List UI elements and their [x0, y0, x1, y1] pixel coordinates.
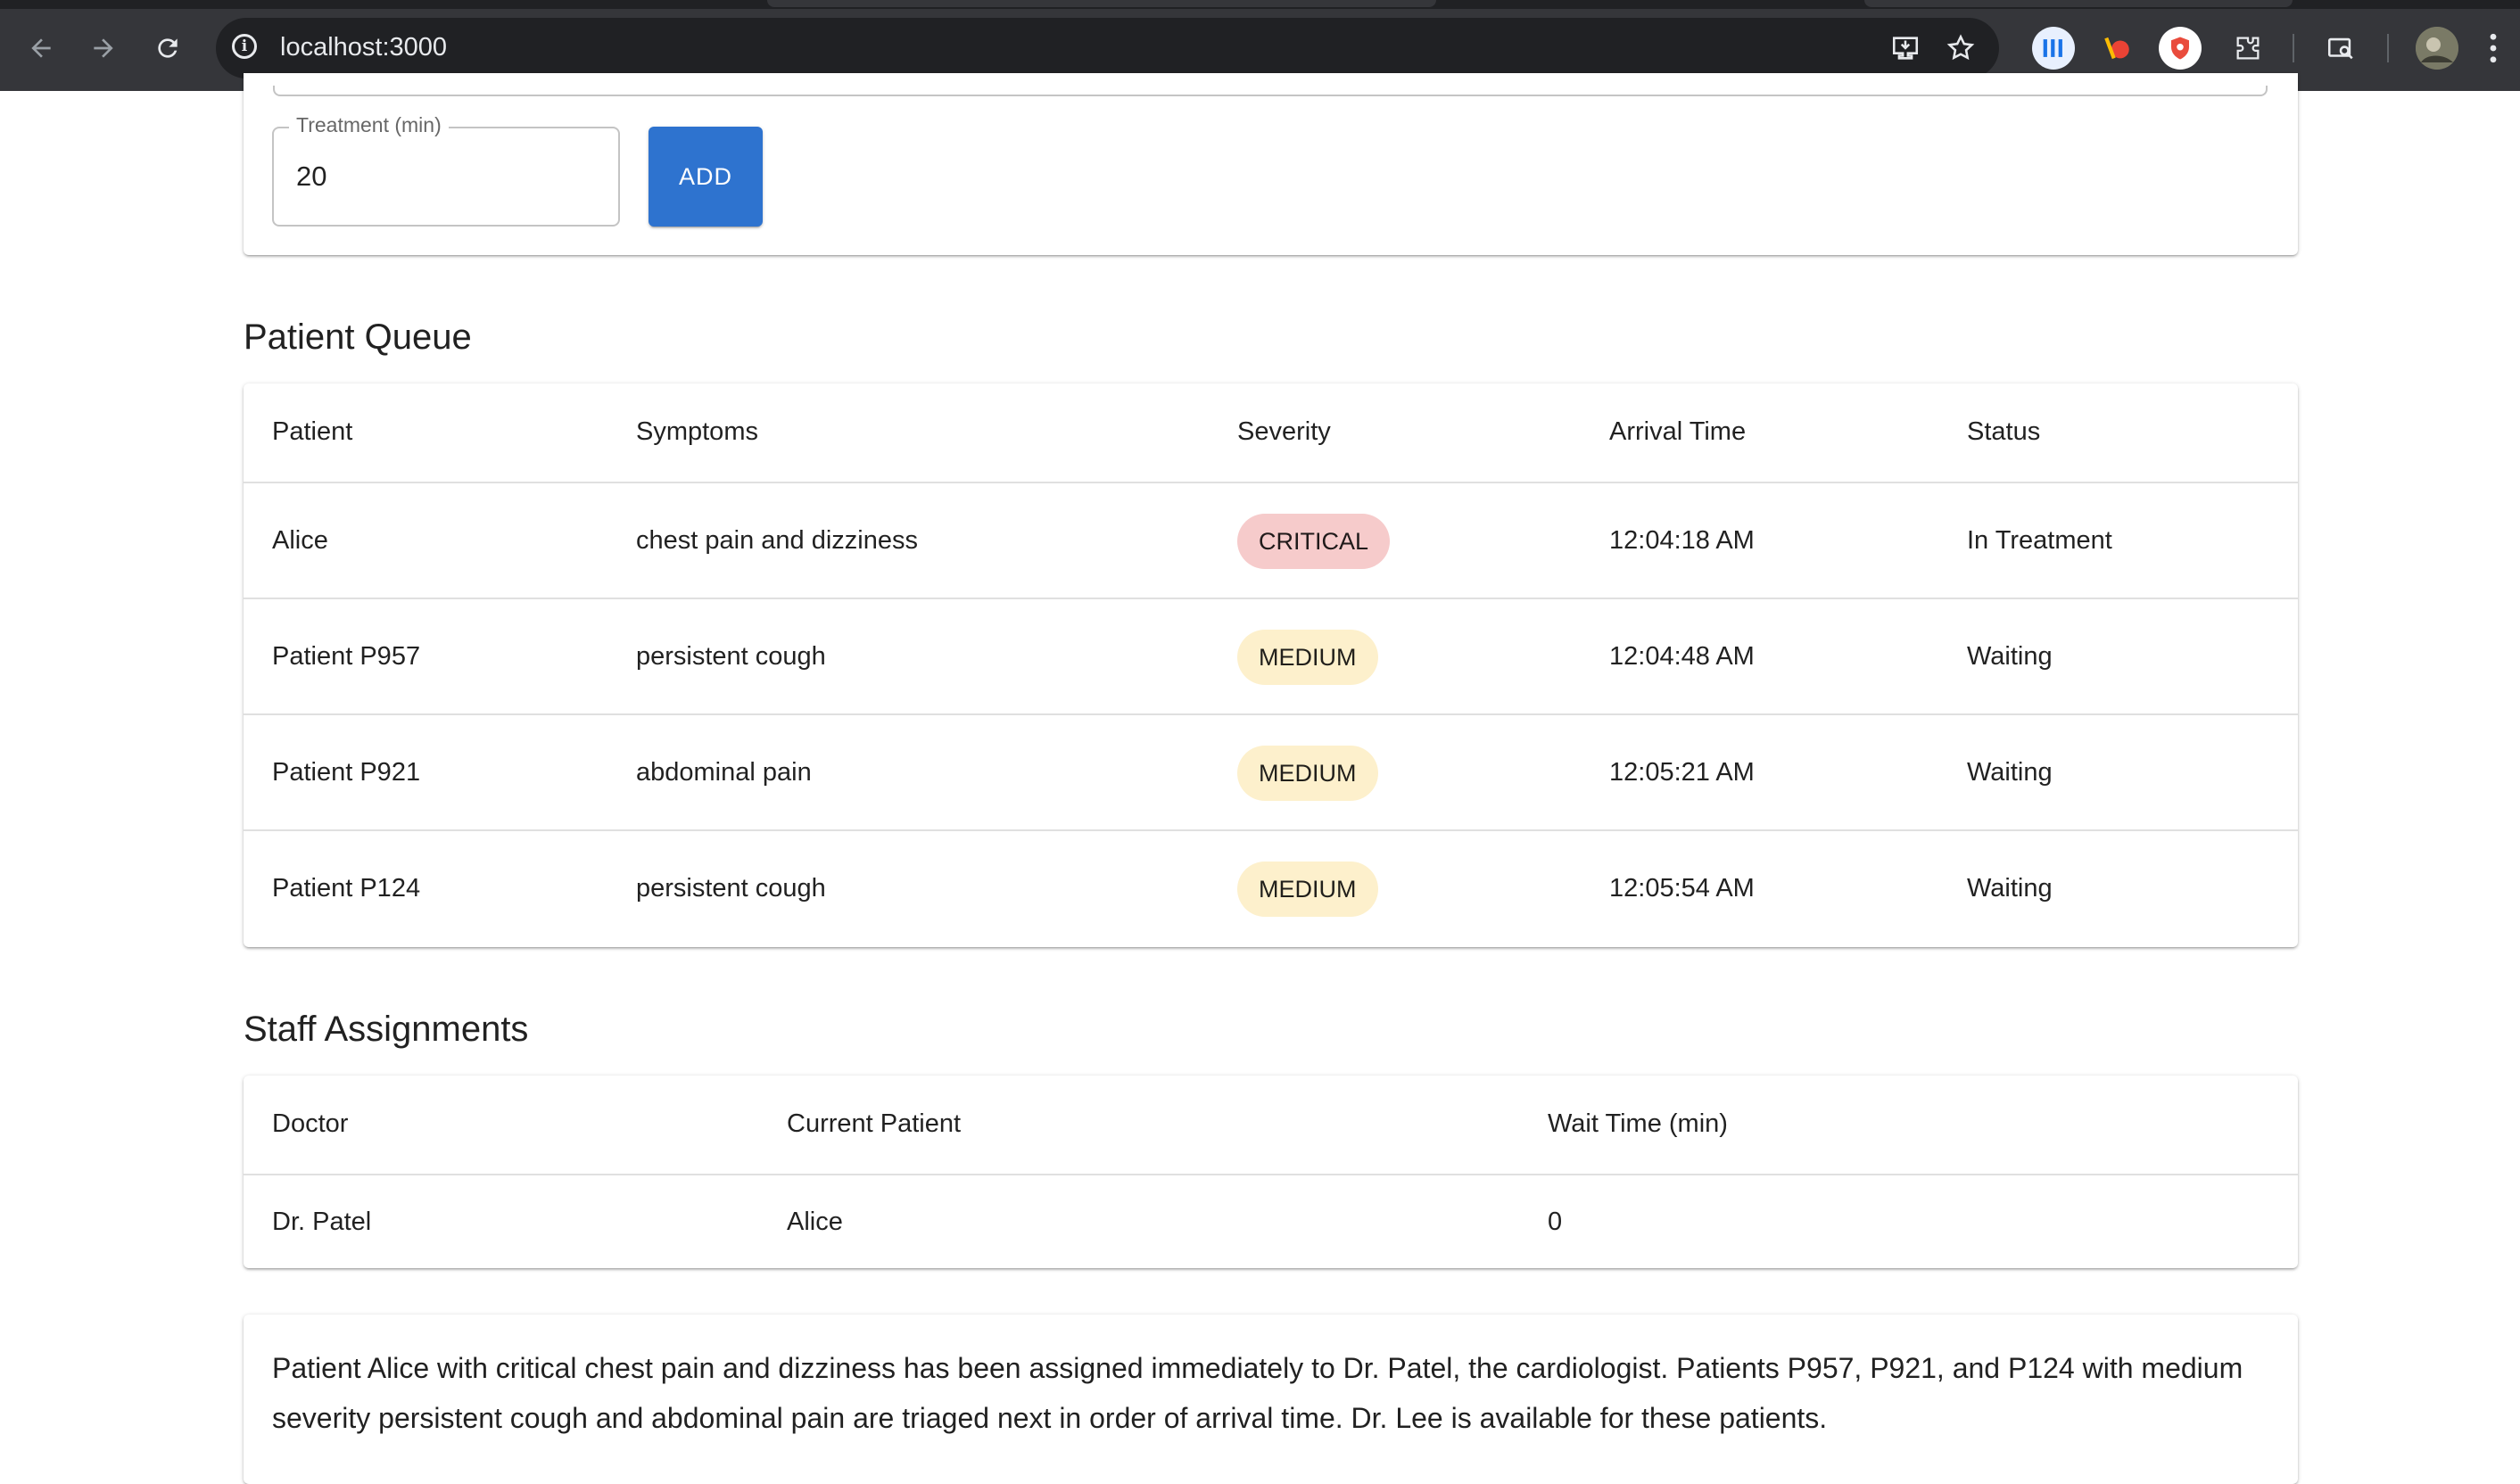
- severity-chip: MEDIUM: [1237, 746, 1378, 801]
- toolbar-divider: [2293, 34, 2294, 62]
- header-symptoms: Symptoms: [636, 417, 758, 446]
- arrow-forward-icon: [94, 38, 113, 58]
- wait-time: 0: [1548, 1208, 1563, 1236]
- arrival-time: 12:04:48 AM: [1609, 642, 1755, 671]
- reload-icon: [158, 38, 178, 58]
- address-bar[interactable]: i localhost:3000: [216, 18, 1999, 78]
- tab-search-icon[interactable]: [2319, 27, 2362, 70]
- patient-name: Alice: [272, 526, 328, 555]
- header-doctor: Doctor: [272, 1109, 349, 1138]
- back-button[interactable]: [18, 25, 64, 71]
- url-text[interactable]: localhost:3000: [280, 33, 447, 62]
- severity-chip: MEDIUM: [1237, 630, 1378, 685]
- severity-chip: MEDIUM: [1237, 862, 1378, 917]
- extension-shield-icon[interactable]: [2159, 27, 2202, 70]
- install-app-icon[interactable]: [1888, 30, 1923, 66]
- arrow-back-icon: [31, 38, 51, 58]
- header-patient: Patient: [272, 417, 353, 446]
- staff-assignments-table: Doctor Current Patient Wait Time (min) D…: [244, 1076, 2298, 1268]
- arrival-time: 12:05:54 AM: [1609, 874, 1755, 903]
- patient-symptoms: abdominal pain: [636, 758, 812, 787]
- header-status: Status: [1967, 417, 2041, 446]
- doctor-name: Dr. Patel: [272, 1208, 372, 1236]
- table-row[interactable]: Patient P957 persistent cough MEDIUM 12:…: [244, 599, 2298, 715]
- header-arrival-time: Arrival Time: [1609, 417, 1747, 446]
- header-wait-time: Wait Time (min): [1548, 1109, 1728, 1138]
- star-icon[interactable]: [1943, 30, 1979, 66]
- avatar[interactable]: [2416, 27, 2458, 70]
- tab[interactable]: [1864, 0, 2293, 7]
- treatment-value[interactable]: 20: [296, 161, 326, 193]
- puzzle-icon[interactable]: [2227, 27, 2269, 70]
- patient-status: Waiting: [1967, 874, 2053, 903]
- tab[interactable]: [767, 0, 1436, 7]
- severity-chip: CRITICAL: [1237, 514, 1391, 569]
- header-current-patient: Current Patient: [787, 1109, 962, 1138]
- tab-strip: [0, 0, 2520, 9]
- reload-button[interactable]: [145, 25, 191, 71]
- table-header-row: Patient Symptoms Severity Arrival Time S…: [244, 383, 2298, 483]
- header-severity: Severity: [1237, 417, 1331, 446]
- table-row[interactable]: Alice chest pain and dizziness CRITICAL …: [244, 483, 2298, 599]
- patient-status: Waiting: [1967, 758, 2053, 787]
- symptoms-input[interactable]: [273, 86, 2268, 96]
- extension-bars-icon[interactable]: [2032, 27, 2075, 70]
- staff-assignments-title: Staff Assignments: [244, 1010, 529, 1049]
- patient-symptoms: chest pain and dizziness: [636, 526, 918, 555]
- patient-name: Patient P921: [272, 758, 421, 787]
- patient-name: Patient P957: [272, 642, 421, 671]
- table-row[interactable]: Patient P124 persistent cough MEDIUM 12:…: [244, 831, 2298, 947]
- extension-honey-icon[interactable]: [2096, 27, 2139, 70]
- patient-status: In Treatment: [1967, 526, 2112, 555]
- kebab-menu-icon[interactable]: [2480, 25, 2507, 71]
- treatment-label: Treatment (min): [289, 113, 449, 137]
- patient-queue-table: Patient Symptoms Severity Arrival Time S…: [244, 383, 2298, 947]
- arrival-time: 12:04:18 AM: [1609, 526, 1755, 555]
- patient-queue-title: Patient Queue: [244, 317, 472, 357]
- current-patient: Alice: [787, 1208, 843, 1236]
- triage-summary-text: Patient Alice with critical chest pain a…: [272, 1352, 2243, 1434]
- patient-status: Waiting: [1967, 642, 2053, 671]
- info-icon[interactable]: i: [232, 34, 257, 59]
- table-header-row: Doctor Current Patient Wait Time (min): [244, 1076, 2298, 1175]
- table-row[interactable]: Patient P921 abdominal pain MEDIUM 12:05…: [244, 715, 2298, 831]
- forward-button[interactable]: [80, 25, 127, 71]
- table-row[interactable]: Dr. Patel Alice 0: [244, 1175, 2298, 1268]
- arrival-time: 12:05:21 AM: [1609, 758, 1755, 787]
- patient-symptoms: persistent cough: [636, 874, 826, 903]
- patient-name: Patient P124: [272, 874, 421, 903]
- add-button[interactable]: ADD: [649, 127, 763, 227]
- patient-symptoms: persistent cough: [636, 642, 826, 671]
- toolbar-divider: [2387, 34, 2389, 62]
